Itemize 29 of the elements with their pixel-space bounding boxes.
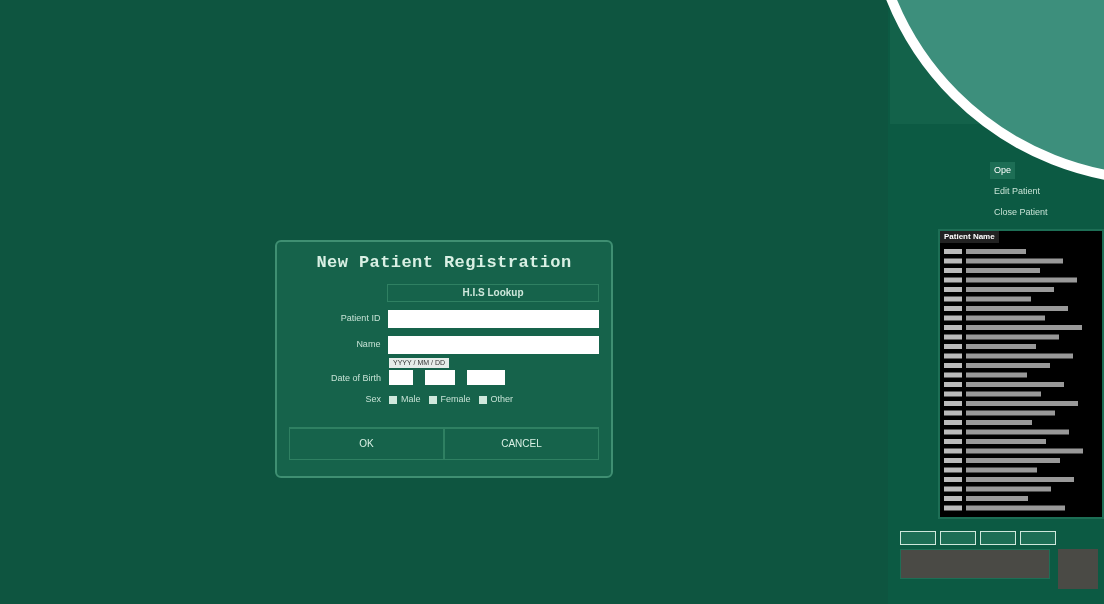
menu-item[interactable]: Edit Patient xyxy=(990,183,1045,200)
menu-item[interactable]: Ope xyxy=(990,162,1015,179)
menu-item[interactable]: Close Patient xyxy=(990,204,1052,221)
tab[interactable] xyxy=(980,531,1016,545)
field-label: Sex xyxy=(364,393,381,407)
input-field[interactable] xyxy=(388,309,599,328)
tab[interactable] xyxy=(940,531,976,545)
tab[interactable] xyxy=(900,531,936,545)
option-label: Male xyxy=(401,393,421,407)
year-field[interactable] xyxy=(467,370,505,386)
field-label: Name xyxy=(355,338,381,351)
month-field[interactable] xyxy=(425,370,455,386)
cancel-button[interactable]: CANCEL xyxy=(444,427,599,460)
patient-list[interactable]: Patient Name xyxy=(938,229,1104,519)
checkbox[interactable] xyxy=(478,396,487,404)
lookup-button[interactable]: H.I.S Lookup xyxy=(387,283,599,302)
list-header: Patient Name xyxy=(940,231,999,243)
field-label: Date of Birth xyxy=(329,371,381,385)
option-label: Other xyxy=(490,393,514,407)
status-panel xyxy=(1058,549,1098,589)
field-label: Patient ID xyxy=(339,312,381,325)
dialog-title: New Patient Registration xyxy=(315,252,573,275)
input-field[interactable] xyxy=(388,335,599,354)
day-field[interactable] xyxy=(389,370,413,386)
checkbox[interactable] xyxy=(389,396,397,404)
ok-button[interactable]: OK xyxy=(289,427,444,460)
tab[interactable] xyxy=(1020,531,1056,545)
checkbox[interactable] xyxy=(428,396,437,404)
option-label: Female xyxy=(440,393,471,407)
